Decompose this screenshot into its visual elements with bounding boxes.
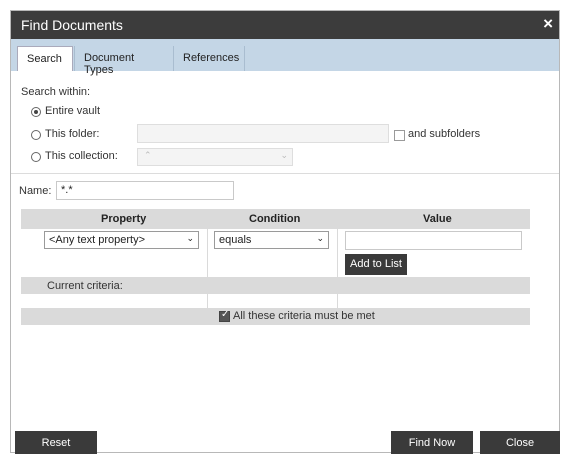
find-now-button[interactable]: Find Now <box>391 431 473 454</box>
current-criteria-bar: Current criteria: <box>21 277 530 294</box>
condition-select[interactable]: equals ⌄ <box>214 231 329 249</box>
grid-col-divider-2 <box>337 229 338 277</box>
close-button[interactable]: Close <box>480 431 560 454</box>
all-criteria-bar: All these criteria must be met <box>21 308 530 325</box>
this-collection-label: This collection: <box>45 150 118 162</box>
reset-button[interactable]: Reset <box>15 431 97 454</box>
grid-col-divider-1 <box>207 229 208 277</box>
this-folder-label: This folder: <box>45 128 100 140</box>
grid-col-divider-4 <box>337 294 338 308</box>
and-subfolders-checkbox[interactable] <box>394 130 405 141</box>
add-to-list-button[interactable]: Add to List <box>345 254 407 275</box>
this-collection-radio[interactable] <box>31 152 41 162</box>
all-criteria-label: All these criteria must be met <box>233 310 375 322</box>
tab-strip: Search Document Types References <box>11 39 559 76</box>
condition-header: Condition <box>249 213 301 225</box>
name-input[interactable]: *.* <box>56 181 234 200</box>
entire-vault-radio[interactable] <box>31 107 41 117</box>
this-folder-radio[interactable] <box>31 130 41 140</box>
tab-search[interactable]: Search <box>17 46 73 71</box>
search-within-label: Search within: <box>21 86 91 98</box>
chevron-down-icon: ⌄ <box>316 233 324 243</box>
value-input[interactable] <box>345 231 522 250</box>
close-icon[interactable]: × <box>543 14 553 34</box>
tab-references[interactable]: References <box>173 46 245 71</box>
all-criteria-checkbox[interactable] <box>219 309 230 322</box>
dialog-title: Find Documents <box>21 17 123 33</box>
grid-col-divider-3 <box>207 294 208 308</box>
property-header: Property <box>101 213 147 225</box>
section-divider <box>11 173 559 174</box>
chevron-up-icon: ⌃ <box>144 150 152 160</box>
title-bar: Find Documents × <box>11 11 559 39</box>
current-criteria-label: Current criteria: <box>47 280 123 292</box>
value-header: Value <box>423 213 452 225</box>
collection-select[interactable]: ⌃ ⌄ <box>137 148 293 166</box>
folder-path-input[interactable] <box>137 124 389 143</box>
condition-select-value: equals <box>219 234 252 246</box>
chevron-down-icon: ⌄ <box>280 150 288 160</box>
entire-vault-label: Entire vault <box>45 105 101 117</box>
tab-document-types[interactable]: Document Types <box>74 46 172 76</box>
and-subfolders-label: and subfolders <box>408 128 481 140</box>
chevron-down-icon: ⌄ <box>186 233 194 243</box>
property-select-value: <Any text property> <box>49 234 145 246</box>
name-label: Name: <box>19 185 52 197</box>
find-documents-dialog: Find Documents × Search Document Types R… <box>10 10 560 454</box>
criteria-grid-header: Property Condition Value <box>21 209 530 229</box>
property-select[interactable]: <Any text property> ⌄ <box>44 231 199 249</box>
